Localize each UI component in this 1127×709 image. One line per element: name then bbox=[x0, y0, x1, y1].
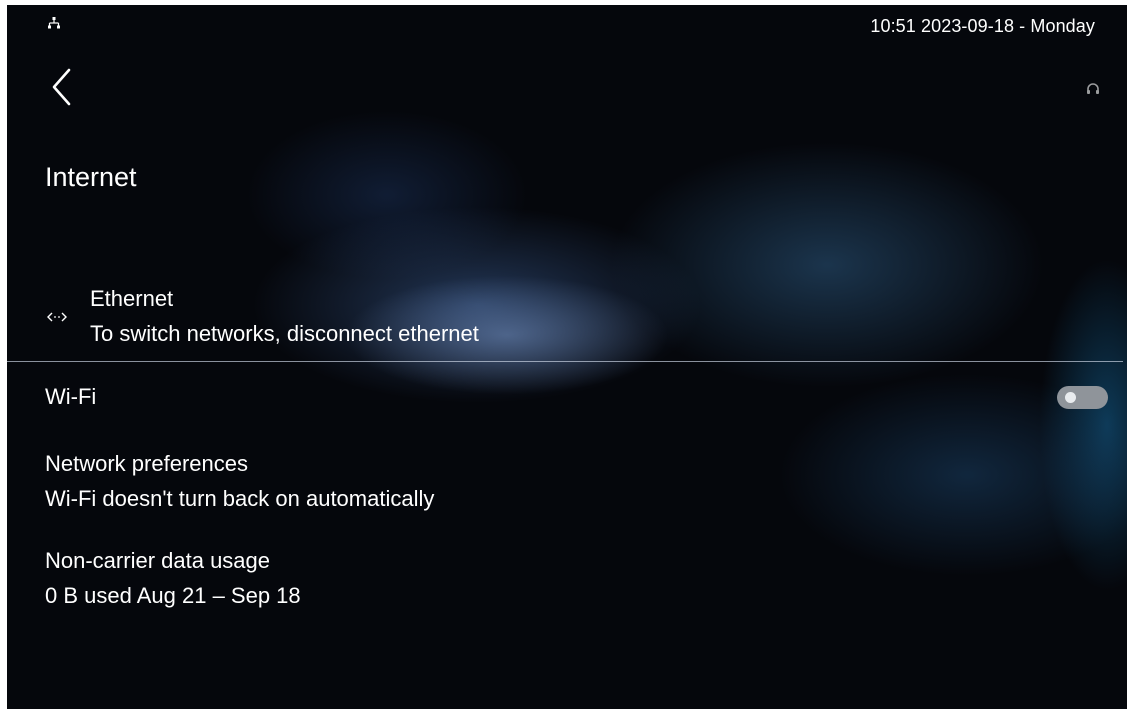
wifi-toggle-knob bbox=[1065, 392, 1076, 403]
wifi-row[interactable]: Wi-Fi bbox=[7, 367, 1127, 427]
ethernet-title: Ethernet bbox=[90, 286, 174, 311]
ethernet-connected-icon bbox=[47, 16, 61, 30]
data-usage-summary: 0 B used Aug 21 – Sep 18 bbox=[45, 583, 301, 608]
data-usage-title: Non-carrier data usage bbox=[45, 548, 271, 573]
wifi-label: Wi-Fi bbox=[45, 384, 97, 409]
ethernet-item[interactable]: Ethernet To switch networks, disconnect … bbox=[7, 277, 1127, 357]
back-button[interactable] bbox=[43, 65, 83, 109]
network-preferences-summary: Wi-Fi doesn't turn back on automatically bbox=[45, 486, 435, 511]
status-clock: 10:51 2023-09-18 - Monday bbox=[870, 16, 1095, 36]
ethernet-arrows-icon bbox=[47, 310, 67, 322]
network-preferences-title: Network preferences bbox=[45, 451, 248, 476]
wifi-toggle[interactable] bbox=[1057, 386, 1108, 409]
settings-screen: 10:51 2023-09-18 - Monday Internet Ether… bbox=[7, 5, 1127, 709]
network-preferences-item[interactable]: Network preferences Wi-Fi doesn't turn b… bbox=[7, 451, 1127, 527]
data-usage-item[interactable]: Non-carrier data usage 0 B used Aug 21 –… bbox=[7, 548, 1127, 624]
page-title: Internet bbox=[45, 162, 137, 192]
ethernet-summary: To switch networks, disconnect ethernet bbox=[90, 321, 479, 346]
status-bar: 10:51 2023-09-18 - Monday bbox=[7, 5, 1127, 43]
chevron-left-icon bbox=[43, 68, 83, 113]
headset-icon[interactable] bbox=[1085, 81, 1101, 97]
section-divider bbox=[7, 361, 1123, 362]
